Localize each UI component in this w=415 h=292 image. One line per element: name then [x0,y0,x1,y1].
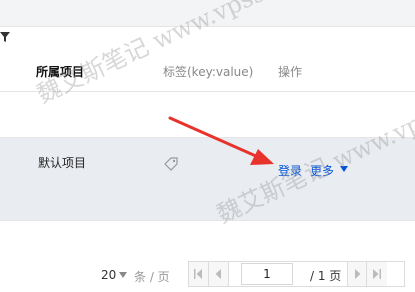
resource-table: 所属项目 标签(key:value) 操作 默认项目 登录 更多 20 条 / … [0,26,415,292]
more-dropdown[interactable]: 更多 [310,162,334,179]
column-header-project: 所属项目 [36,65,85,79]
project-cell: 默认项目 [38,156,87,170]
first-page-icon [194,269,202,279]
filter-icon[interactable] [0,32,10,42]
page-number-input[interactable] [241,263,293,285]
tag-icon[interactable] [163,156,179,172]
last-page-button[interactable] [367,262,387,286]
pagination-bar: 20 条 / 页 / 1 页 [0,220,415,292]
page-size-suffix: 条 / 页 [134,270,170,284]
chevron-down-icon[interactable] [340,166,348,172]
login-link[interactable]: 登录 [278,162,302,179]
last-page-icon [373,269,381,279]
first-page-button[interactable] [189,262,209,286]
next-page-button[interactable] [347,262,367,286]
next-page-icon [355,269,361,279]
table-row: 默认项目 登录 更多 [0,138,415,220]
prev-page-button[interactable] [209,262,229,286]
table-row-blank [0,92,415,138]
chevron-down-icon[interactable] [119,272,127,278]
page-total: / 1 页 [310,269,342,283]
page-size-select[interactable]: 20 [101,268,116,282]
pager: / 1 页 [188,261,405,287]
column-header-tags: 标签(key:value) [163,65,254,79]
table-header: 所属项目 标签(key:value) 操作 [0,27,415,92]
column-header-operations: 操作 [278,65,303,79]
prev-page-icon [215,269,221,279]
